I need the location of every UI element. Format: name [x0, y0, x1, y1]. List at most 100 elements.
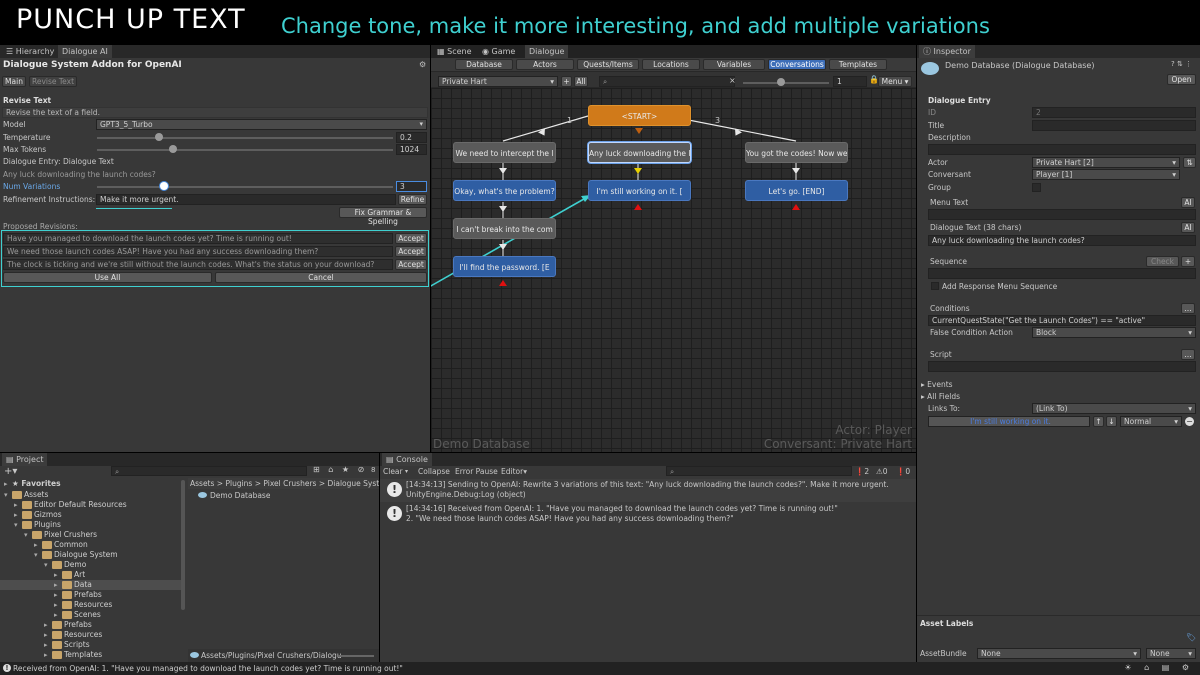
help-icon[interactable]: ? ⇅ ⋮ — [1171, 60, 1192, 68]
asset-variant-select[interactable]: None ▾ — [1146, 648, 1196, 659]
max-tokens-input[interactable]: 1024 — [396, 144, 427, 155]
chevron-down-icon[interactable]: ▾ — [14, 520, 22, 530]
project-tree-item[interactable]: ▾ Plugins — [0, 520, 181, 530]
actor-select[interactable]: Private Hart [2] ▾ — [1032, 157, 1180, 168]
temperature-input[interactable]: 0.2 — [396, 132, 427, 143]
links-to-select[interactable]: (Link To) ▾ — [1032, 403, 1196, 414]
dialogue-text-field[interactable]: Any luck downloading the launch codes? — [928, 235, 1196, 246]
console-clear-dropdown[interactable]: ▾ — [405, 466, 408, 477]
node-any-luck[interactable]: Any luck downloading the l — [588, 142, 691, 163]
dialogue-text-ai-button[interactable]: AI — [1181, 222, 1195, 233]
project-toolbar-icons[interactable]: ⊞ ⌂ ★ ⊘ — [313, 465, 367, 474]
false-condition-select[interactable]: Block ▾ — [1032, 327, 1196, 338]
toolbar-quests[interactable]: Quests/Items — [577, 59, 639, 70]
project-tree-item[interactable]: ▾ Demo — [0, 560, 181, 570]
num-variations-slider-track[interactable] — [97, 186, 393, 188]
conditions-field[interactable]: CurrentQuestState("Get the Launch Codes"… — [928, 315, 1196, 326]
description-field[interactable] — [928, 144, 1196, 155]
project-breadcrumb[interactable]: Assets > Plugins > Pixel Crushers > Dial… — [190, 478, 379, 489]
main-mode-button[interactable]: Main — [2, 76, 26, 87]
console-collapse-button[interactable]: Collapse — [418, 466, 450, 477]
project-tree-item[interactable]: ▸ Resources — [0, 600, 181, 610]
tab-inspector[interactable]: ⓘ Inspector — [919, 45, 975, 58]
priority-select[interactable]: Normal ▾ — [1120, 416, 1182, 427]
chevron-right-icon[interactable]: ▸ — [14, 500, 22, 510]
graph-search-input[interactable]: ⌕ — [599, 76, 735, 87]
graph-canvas[interactable]: <START> 1 3 We need to intercept the l A… — [431, 88, 916, 452]
conversant-select[interactable]: Player [1] ▾ — [1032, 169, 1180, 180]
node-intercept[interactable]: We need to intercept the l — [453, 142, 556, 163]
script-field[interactable] — [928, 361, 1196, 372]
model-select[interactable]: GPT3_5_Turbo ▾ — [96, 119, 427, 130]
events-foldout[interactable]: ▸ Events — [921, 379, 953, 390]
refinement-input[interactable]: Make it more urgent. — [96, 194, 396, 205]
project-tree-item[interactable]: ▸ Gizmos — [0, 510, 181, 520]
project-tree-item[interactable]: ▸ Scenes — [0, 610, 181, 620]
project-tree-item[interactable]: ▸ Common — [0, 540, 181, 550]
chevron-right-icon[interactable]: ▸ — [54, 600, 62, 610]
node-cant-break[interactable]: I can't break into the com — [453, 218, 556, 239]
chevron-right-icon[interactable]: ▸ — [44, 620, 52, 630]
chevron-right-icon[interactable]: ▸ — [34, 540, 42, 550]
use-all-button[interactable]: Use All — [3, 272, 212, 283]
tab-scene[interactable]: ▦ Scene — [433, 45, 476, 58]
console-log-entry[interactable]: ! [14:34:16] Received from OpenAI: 1. "H… — [380, 503, 916, 526]
chevron-right-icon[interactable]: ▸ — [14, 510, 22, 520]
label-tag-icon[interactable]: 🏷 — [1186, 633, 1196, 642]
console-warning-count[interactable]: ⚠0 — [876, 466, 888, 477]
tab-dialogue-ai[interactable]: Dialogue AI — [58, 45, 112, 58]
node-whats-problem[interactable]: Okay, what's the problem? — [453, 180, 556, 201]
conditions-more-button[interactable]: … — [1181, 303, 1195, 314]
fix-grammar-button[interactable]: Fix Grammar & Spelling — [339, 207, 427, 226]
toolbar-actors[interactable]: Actors — [516, 59, 574, 70]
num-variations-input[interactable]: 3 — [396, 181, 427, 192]
status-icons[interactable]: ☀ ⌂ ▤ ⚙ — [1124, 663, 1194, 672]
sequence-field[interactable] — [928, 268, 1196, 279]
zoom-slider-track[interactable] — [743, 82, 829, 84]
zoom-input[interactable]: 1 — [833, 76, 867, 87]
console-clear-button[interactable]: Clear — [383, 466, 403, 477]
favorites-foldout[interactable]: ▸ ★ Favorites — [4, 479, 61, 489]
chevron-right-icon[interactable]: ▸ — [44, 650, 52, 660]
menu-text-field[interactable] — [928, 209, 1196, 220]
menu-dropdown[interactable]: Menu ▾ — [878, 76, 912, 87]
settings-gear-icon[interactable]: ⚙ — [419, 60, 426, 69]
console-error-pause-button[interactable]: Error Pause — [455, 466, 498, 477]
temperature-slider-track[interactable] — [97, 137, 393, 139]
project-tree-item[interactable]: ▾ Dialogue System — [0, 550, 181, 560]
clear-search-icon[interactable]: × — [729, 76, 736, 85]
max-tokens-slider-track[interactable] — [97, 149, 393, 151]
add-response-checkbox[interactable] — [931, 282, 939, 290]
tab-console[interactable]: ▤ Console — [382, 453, 432, 466]
max-tokens-slider-handle[interactable] — [169, 145, 177, 153]
tab-project[interactable]: ▤ Project — [2, 453, 48, 466]
icon-size-slider[interactable] — [338, 655, 374, 657]
zoom-slider-handle[interactable] — [777, 78, 785, 86]
console-editor-dropdown[interactable]: Editor▾ — [501, 466, 527, 477]
all-fields-foldout[interactable]: ▸ All Fields — [921, 391, 960, 402]
project-tree-item[interactable]: ▸ Data — [0, 580, 181, 590]
console-search-input[interactable]: ⌕ — [666, 466, 852, 476]
toolbar-templates[interactable]: Templates — [829, 59, 887, 70]
chevron-down-icon[interactable]: ▾ — [34, 550, 42, 560]
accept-revision-1-button[interactable]: Accept — [395, 233, 427, 244]
num-variations-slider-handle[interactable] — [160, 182, 168, 190]
project-tree-item[interactable]: ▸ Prefabs — [0, 620, 181, 630]
all-button[interactable]: All — [574, 76, 588, 87]
chevron-right-icon[interactable]: ▸ — [44, 630, 52, 640]
chevron-right-icon[interactable]: ▸ — [54, 570, 62, 580]
tree-scrollbar[interactable] — [181, 480, 185, 610]
node-still-working[interactable]: I'm still working on it. [ — [588, 180, 691, 201]
revise-text-mode-button[interactable]: Revise Text — [29, 76, 77, 87]
conversation-select[interactable]: Private Hart ▾ — [438, 76, 558, 87]
tab-hierarchy[interactable]: ☰ Hierarchy — [2, 45, 58, 58]
project-tree-item[interactable]: ▸ Scripts — [0, 640, 181, 650]
sequence-add-button[interactable]: + — [1181, 256, 1195, 267]
node-find-password[interactable]: I'll find the password. [E — [453, 256, 556, 277]
menu-text-ai-button[interactable]: AI — [1181, 197, 1195, 208]
accept-revision-3-button[interactable]: Accept — [395, 259, 427, 270]
chevron-right-icon[interactable]: ▸ — [44, 640, 52, 650]
status-message[interactable]: Received from OpenAI: 1. "Have you manag… — [13, 663, 403, 674]
chevron-down-icon[interactable]: ▾ — [24, 530, 32, 540]
chevron-down-icon[interactable]: ▾ — [44, 560, 52, 570]
